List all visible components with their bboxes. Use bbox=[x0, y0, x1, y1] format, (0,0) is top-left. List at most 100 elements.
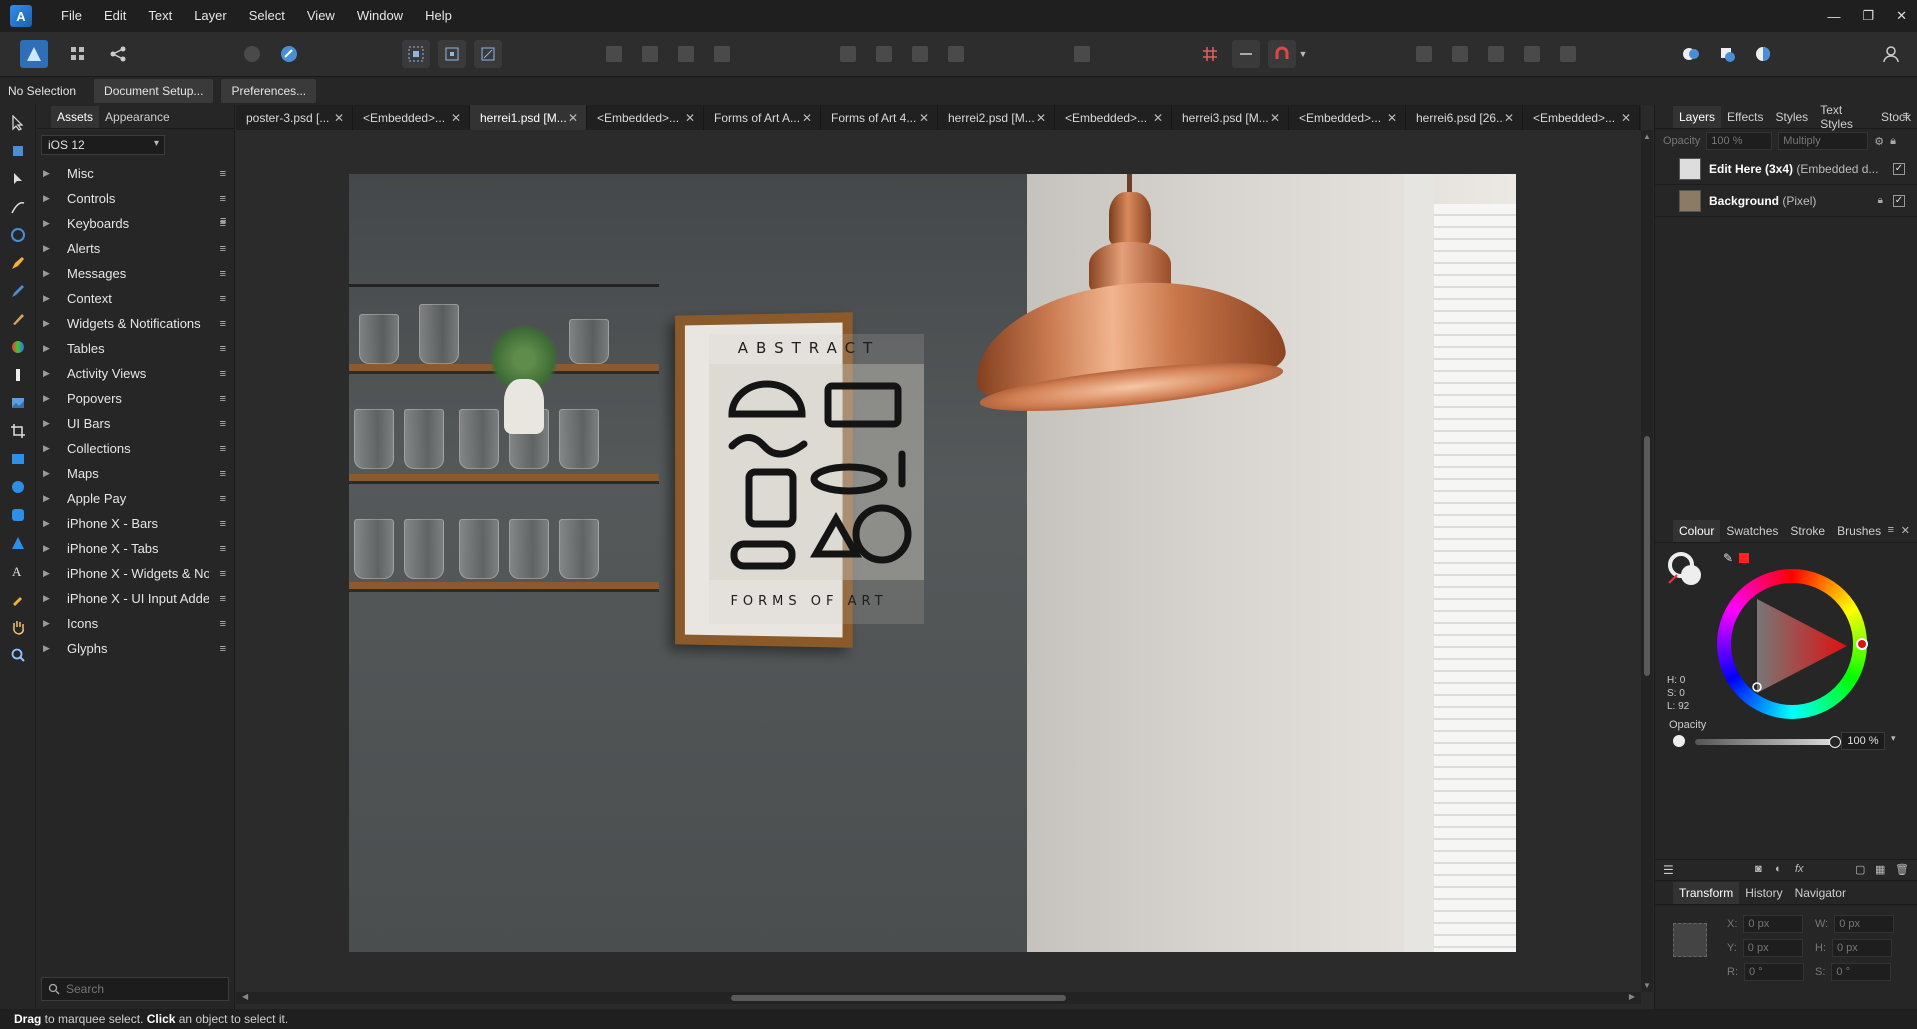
insert-behind-button[interactable] bbox=[1713, 40, 1741, 68]
gear-icon[interactable]: ⚙ bbox=[1874, 135, 1884, 148]
vertical-scroll-thumb[interactable] bbox=[1644, 436, 1650, 676]
document-tab[interactable]: poster-3.psd [... ✕ bbox=[236, 105, 353, 130]
close-tab-icon[interactable]: ✕ bbox=[1036, 111, 1046, 125]
tab-stroke[interactable]: Stroke bbox=[1784, 520, 1831, 542]
expand-arrow-icon[interactable]: ▶ bbox=[43, 543, 51, 554]
expand-arrow-icon[interactable]: ▶ bbox=[43, 593, 51, 604]
boolean-xor-button[interactable] bbox=[1518, 40, 1546, 68]
scroll-down-icon[interactable]: ▼ bbox=[1643, 981, 1651, 990]
asset-category-item[interactable]: ▶ Messages ≡ bbox=[37, 261, 234, 286]
category-menu-icon[interactable]: ≡ bbox=[220, 593, 226, 605]
transparency-tool[interactable] bbox=[8, 365, 28, 385]
opacity-slider[interactable] bbox=[1695, 736, 1841, 748]
menu-view[interactable]: View bbox=[296, 0, 346, 32]
category-menu-icon[interactable]: ≡ bbox=[220, 293, 226, 305]
y-field[interactable]: 0 px bbox=[1742, 939, 1803, 957]
point-transform-tool[interactable] bbox=[8, 197, 28, 217]
category-menu-icon[interactable]: ≡ bbox=[220, 493, 226, 505]
document-tab[interactable]: herrei6.psd [26... ✕ bbox=[1406, 105, 1523, 130]
category-menu-icon[interactable]: ≡ bbox=[220, 193, 226, 205]
category-menu-icon[interactable]: ≡ bbox=[220, 168, 226, 180]
document-tab[interactable]: <Embedded>... ✕ bbox=[1055, 105, 1172, 130]
asset-category-item[interactable]: ▶ UI Bars ≡ bbox=[37, 411, 234, 436]
document-tab[interactable]: Forms of Art 4... ✕ bbox=[821, 105, 938, 130]
close-tab-icon[interactable]: ✕ bbox=[451, 111, 461, 125]
transform-origin-button[interactable] bbox=[474, 40, 502, 68]
category-menu-icon[interactable]: ≡ bbox=[220, 393, 226, 405]
category-menu-icon[interactable]: ≡ bbox=[220, 543, 226, 555]
snapping-options-button[interactable] bbox=[1232, 40, 1260, 68]
document-options-button[interactable] bbox=[238, 40, 266, 68]
asset-category-item[interactable]: ▶ iPhone X - Tabs ≡ bbox=[37, 536, 234, 561]
colour-wheel[interactable] bbox=[1717, 569, 1868, 719]
expand-arrow-icon[interactable]: ▶ bbox=[43, 168, 51, 179]
asset-category-item[interactable]: ▶ iPhone X - Bars ≡ bbox=[37, 511, 234, 536]
tab-effects[interactable]: Effects bbox=[1721, 106, 1769, 128]
visibility-checkbox[interactable]: ✓ bbox=[1893, 162, 1905, 175]
category-menu-icon[interactable]: ≡ bbox=[220, 218, 226, 230]
category-menu-icon[interactable]: ≡ bbox=[220, 518, 226, 530]
assistant-button[interactable] bbox=[275, 40, 303, 68]
pencil-tool[interactable] bbox=[8, 281, 28, 301]
snapping-dropdown[interactable]: ▼ bbox=[1296, 40, 1310, 68]
close-tab-icon[interactable]: ✕ bbox=[1270, 111, 1280, 125]
asset-category-item[interactable]: ▶ Misc ≡ bbox=[37, 161, 234, 186]
document-tab[interactable]: <Embedded>... ✕ bbox=[353, 105, 470, 130]
category-menu-icon[interactable]: ≡ bbox=[220, 443, 226, 455]
boolean-divide-button[interactable] bbox=[1554, 40, 1582, 68]
crop-tool[interactable] bbox=[8, 421, 28, 441]
fx-icon[interactable]: fx bbox=[1795, 863, 1804, 875]
document-setup-button[interactable]: Document Setup... bbox=[94, 79, 214, 103]
menu-window[interactable]: Window bbox=[346, 0, 414, 32]
document-tab[interactable]: <Embedded>... ✕ bbox=[1523, 105, 1640, 130]
menu-edit[interactable]: Edit bbox=[93, 0, 137, 32]
expand-arrow-icon[interactable]: ▶ bbox=[43, 493, 51, 504]
asset-category-item[interactable]: ▶ Apple Pay ≡ bbox=[37, 486, 234, 511]
asset-search-field[interactable] bbox=[41, 977, 229, 1001]
document-tab[interactable]: <Embedded>... ✕ bbox=[1289, 105, 1406, 130]
insert-top-button[interactable] bbox=[1749, 40, 1777, 68]
menu-text[interactable]: Text bbox=[137, 0, 183, 32]
arrange-forward-button[interactable] bbox=[672, 40, 700, 68]
expand-arrow-icon[interactable]: ▶ bbox=[43, 243, 51, 254]
node-tool[interactable] bbox=[8, 169, 28, 189]
place-image-tool[interactable] bbox=[8, 393, 28, 413]
shear-field[interactable]: 0 ° bbox=[1831, 963, 1892, 981]
zoom-tool[interactable] bbox=[8, 645, 28, 665]
category-menu-icon[interactable]: ≡ bbox=[220, 418, 226, 430]
document-tab[interactable]: herrei3.psd [M... ✕ bbox=[1172, 105, 1289, 130]
flip-vertical-button[interactable] bbox=[870, 40, 898, 68]
close-tab-icon[interactable]: ✕ bbox=[1387, 111, 1397, 125]
add-layer-icon[interactable]: ▢ bbox=[1855, 863, 1865, 876]
adjustment-icon[interactable]: ◐ bbox=[1775, 863, 1782, 875]
x-field[interactable]: 0 px bbox=[1743, 915, 1804, 933]
pen-tool[interactable] bbox=[8, 253, 28, 273]
opacity-slider-handle[interactable] bbox=[1829, 736, 1841, 748]
asset-category-item[interactable]: ▶ Widgets & Notifications ≡ bbox=[37, 311, 234, 336]
group-icon[interactable]: ▦ bbox=[1875, 863, 1885, 876]
tab-styles[interactable]: Styles bbox=[1770, 106, 1815, 128]
asset-category-item[interactable]: ▶ Activity Views ≡ bbox=[37, 361, 234, 386]
layer-row[interactable]: Edit Here (3x4) (Embedded d... ✓ bbox=[1655, 153, 1917, 185]
scroll-right-icon[interactable]: ▶ bbox=[1629, 992, 1635, 1001]
expand-arrow-icon[interactable]: ▶ bbox=[43, 443, 51, 454]
fill-tool[interactable] bbox=[8, 337, 28, 357]
color-picker-tool[interactable] bbox=[8, 589, 28, 609]
expand-arrow-icon[interactable]: ▶ bbox=[43, 468, 51, 479]
h-field[interactable]: 0 px bbox=[1832, 939, 1892, 957]
category-menu-icon[interactable]: ≡ bbox=[220, 618, 226, 630]
category-menu-icon[interactable]: ≡ bbox=[220, 243, 226, 255]
expand-arrow-icon[interactable]: ▶ bbox=[43, 618, 51, 629]
rotate-right-button[interactable] bbox=[942, 40, 970, 68]
anchor-selector[interactable] bbox=[1673, 923, 1707, 957]
corner-tool[interactable] bbox=[8, 225, 28, 245]
document-tab[interactable]: herrei1.psd [M... ✕ bbox=[470, 105, 587, 130]
category-menu-icon[interactable]: ≡ bbox=[220, 368, 226, 380]
restore-icon[interactable]: ❐ bbox=[1862, 8, 1874, 24]
close-tab-icon[interactable]: ✕ bbox=[1153, 111, 1163, 125]
asset-category-item[interactable]: ▶ Maps ≡ bbox=[37, 461, 234, 486]
rectangle-tool[interactable] bbox=[8, 449, 28, 469]
document-tab[interactable]: Forms of Art A... ✕ bbox=[704, 105, 821, 130]
triangle-tool[interactable] bbox=[8, 533, 28, 553]
eyedropper-icon[interactable]: ✎ bbox=[1723, 551, 1733, 565]
